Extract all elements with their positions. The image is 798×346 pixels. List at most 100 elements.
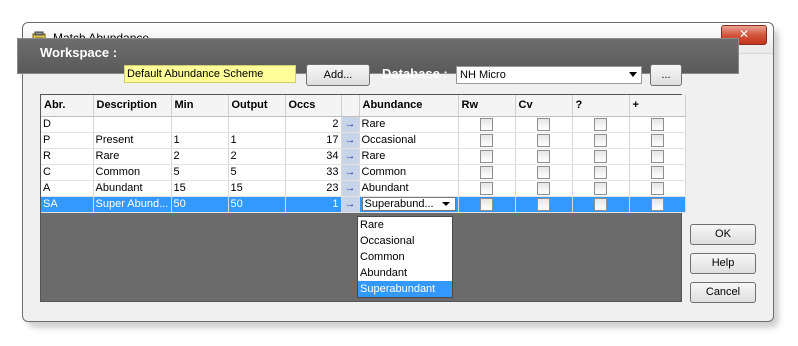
cell-description[interactable]: Present [93,132,172,149]
cell-min[interactable]: 50 [171,196,229,213]
rw-checkbox[interactable] [480,133,493,147]
grid-header-row: Abr. Description Min Output Occs Abundan… [41,95,686,117]
header-occs[interactable]: Occs [285,95,342,117]
arrow-right-icon[interactable]: → [341,180,360,197]
question-checkbox[interactable] [594,133,607,147]
cell-output[interactable]: 1 [228,132,286,149]
cell-abundance[interactable]: Occasional [359,132,459,149]
table-row[interactable]: R Rare 2 2 34 → Rare [41,148,686,165]
table-row[interactable]: D 2 → Rare [41,116,686,133]
rw-checkbox[interactable] [480,165,493,179]
ok-button[interactable]: OK [690,224,756,245]
database-label: Database : [382,66,448,81]
header-question[interactable]: ? [572,95,630,117]
cell-output[interactable]: 50 [228,196,286,213]
cell-output[interactable] [228,116,286,133]
cell-min[interactable]: 5 [171,164,229,181]
dropdown-option-abundant[interactable]: Abundant [358,265,452,281]
header-abundance[interactable]: Abundance [359,95,459,117]
question-checkbox[interactable] [594,149,607,163]
cell-output[interactable]: 15 [228,180,286,197]
chevron-down-icon[interactable] [441,202,450,206]
plus-checkbox[interactable] [650,149,664,163]
question-checkbox[interactable] [594,165,607,179]
cell-min[interactable]: 1 [171,132,229,149]
table-row[interactable]: P Present 1 1 17 → Occasional [41,132,686,149]
cell-abr[interactable]: D [41,116,94,133]
cell-min[interactable]: 15 [171,180,229,197]
dropdown-option-rare[interactable]: Rare [358,217,452,233]
header-rw[interactable]: Rw [458,95,516,117]
cell-description[interactable]: Rare [93,148,172,165]
close-icon: ✕ [738,27,750,41]
plus-checkbox[interactable] [650,133,664,147]
cell-description[interactable]: Super Abund... [93,196,172,213]
header-plus[interactable]: + [629,95,686,117]
header-abr[interactable]: Abr. [41,95,94,117]
rw-checkbox[interactable] [480,197,493,211]
header-min[interactable]: Min [171,95,229,117]
cv-checkbox[interactable] [537,117,550,131]
cell-abundance[interactable]: Rare [359,116,459,133]
arrow-right-icon[interactable]: → [341,148,360,165]
cell-abundance[interactable]: Common [359,164,459,181]
chevron-down-icon [629,72,637,77]
help-button[interactable]: Help [690,253,756,274]
table-row[interactable]: C Common 5 5 33 → Common [41,164,686,181]
header-arrow [341,95,360,117]
table-row[interactable]: A Abundant 15 15 23 → Abundant [41,180,686,197]
cv-checkbox[interactable] [537,165,550,179]
rw-checkbox[interactable] [480,117,493,131]
abundance-combobox[interactable]: Superabund... [361,197,456,211]
header-output[interactable]: Output [228,95,286,117]
cell-output[interactable]: 5 [228,164,286,181]
cell-occs: 2 [285,116,342,133]
cv-checkbox[interactable] [537,181,550,195]
cell-abr[interactable]: P [41,132,94,149]
abundance-combobox-value: Superabund... [364,198,434,210]
cv-checkbox[interactable] [537,133,550,147]
cell-abundance[interactable]: Rare [359,148,459,165]
question-checkbox[interactable] [594,181,607,195]
add-button[interactable]: Add... [306,64,370,86]
plus-checkbox[interactable] [650,165,664,179]
plus-checkbox[interactable] [650,117,664,131]
cell-min[interactable] [171,116,229,133]
cell-abundance[interactable]: Abundant [359,180,459,197]
dropdown-option-common[interactable]: Common [358,249,452,265]
plus-checkbox[interactable] [650,197,664,211]
cell-description[interactable] [93,116,172,133]
rw-checkbox[interactable] [480,149,493,163]
question-checkbox[interactable] [594,117,607,131]
rw-checkbox[interactable] [480,181,493,195]
dropdown-option-superabundant[interactable]: Superabundant [358,281,452,297]
cell-abr[interactable]: A [41,180,94,197]
cell-abundance[interactable]: Superabund... [359,196,459,213]
cell-abr[interactable]: R [41,148,94,165]
dropdown-option-occasional[interactable]: Occasional [358,233,452,249]
cell-description[interactable]: Abundant [93,180,172,197]
workspace-label: Workspace : [40,45,118,60]
cell-abr[interactable]: C [41,164,94,181]
arrow-right-icon[interactable]: → [341,196,360,213]
cell-occs: 33 [285,164,342,181]
browse-button[interactable]: ... [650,64,682,86]
arrow-right-icon[interactable]: → [341,132,360,149]
cv-checkbox[interactable] [537,149,550,163]
cell-abr[interactable]: SA [41,196,94,213]
cell-output[interactable]: 2 [228,148,286,165]
cell-description[interactable]: Common [93,164,172,181]
arrow-right-icon[interactable]: → [341,116,360,133]
table-row-selected[interactable]: SA Super Abund... 50 50 1 → Superabund..… [41,196,686,213]
question-checkbox[interactable] [594,197,607,211]
cv-checkbox[interactable] [537,197,550,211]
header-description[interactable]: Description [93,95,172,117]
workspace-field[interactable]: Default Abundance Scheme [124,65,296,83]
cancel-button[interactable]: Cancel [690,282,756,303]
header-cv[interactable]: Cv [515,95,573,117]
cell-min[interactable]: 2 [171,148,229,165]
abundance-dropdown-list: Rare Occasional Common Abundant Superabu… [357,216,453,298]
plus-checkbox[interactable] [650,181,664,195]
arrow-right-icon[interactable]: → [341,164,360,181]
database-select[interactable]: NH Micro [456,66,642,84]
